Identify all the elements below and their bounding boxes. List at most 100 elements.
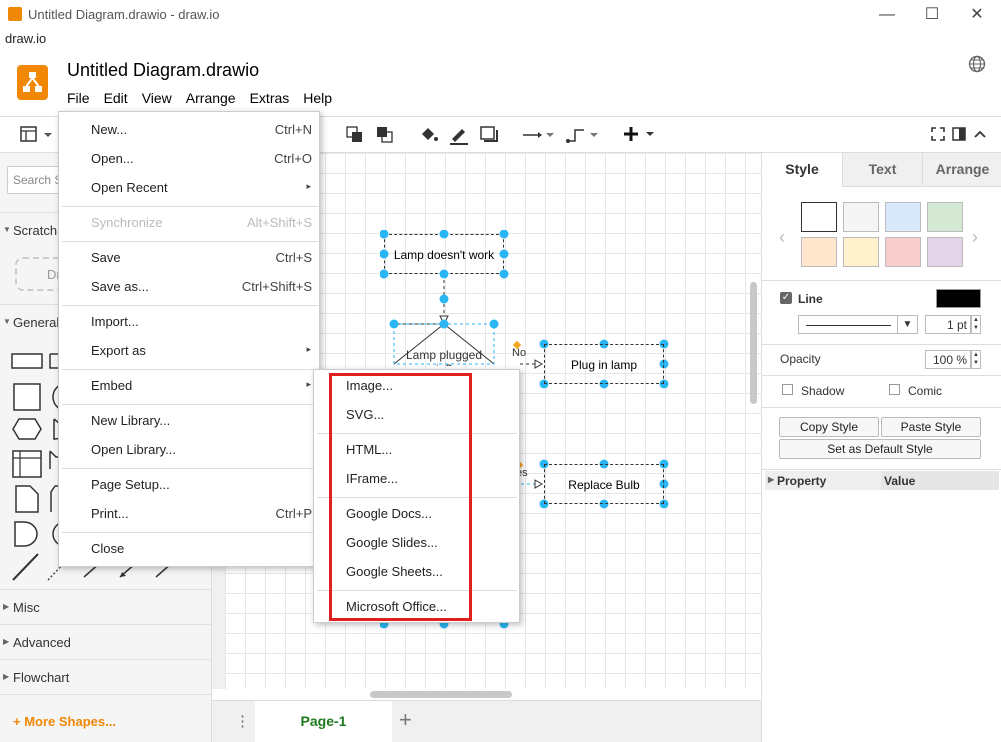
more-shapes-button[interactable]: + More Shapes... (13, 714, 116, 729)
horizontal-scrollbar[interactable] (370, 691, 512, 698)
menu-item-label: Open Library... (91, 442, 177, 457)
minimize-button[interactable]: — (867, 4, 907, 26)
language-globe-icon[interactable] (968, 55, 986, 73)
file-menu-dropdown: New... Ctrl+N Open... Ctrl+O Open Recent ▸ … (58, 111, 320, 567)
menu-item-shortcut: Ctrl+Shift+S (241, 279, 312, 294)
divider (762, 407, 1001, 408)
menu-item-embed[interactable]: Embed ▸ (59, 372, 321, 401)
line-color-swatch[interactable] (936, 289, 981, 308)
tab-arrange[interactable]: Arrange (922, 153, 1001, 187)
swatch-orange[interactable] (801, 237, 837, 267)
menu-item-open-recent[interactable]: Open Recent ▸ (59, 174, 321, 203)
shadow-icon[interactable] (480, 126, 500, 144)
menu-item-import[interactable]: Import... (59, 308, 321, 337)
section-label: General (13, 315, 60, 330)
document-title[interactable]: Untitled Diagram.drawio (67, 60, 259, 81)
menu-item-close[interactable]: Close (59, 535, 321, 564)
to-front-icon[interactable] (346, 126, 366, 144)
menu-edit[interactable]: Edit (104, 90, 128, 108)
menu-extras[interactable]: Extras (250, 90, 290, 108)
menu-item-new[interactable]: New... Ctrl+N (59, 116, 321, 145)
swatch-white[interactable] (801, 202, 837, 232)
line-width-stepper[interactable]: ▲ ▼ (971, 315, 981, 334)
decision-node[interactable]: Lamp plugged in? (400, 348, 488, 366)
line-width-input[interactable]: 1 pt (925, 315, 971, 334)
menu-item-save[interactable]: Save Ctrl+S (59, 244, 321, 273)
menu-item-label: Export as (91, 343, 146, 358)
section-label: Advanced (13, 635, 71, 650)
edge-label-no[interactable]: No (512, 347, 526, 359)
section-misc[interactable]: ▶ Misc (0, 589, 211, 624)
swatch-green[interactable] (927, 202, 963, 232)
menu-item-label: Import... (91, 314, 139, 329)
swatch-prev-icon[interactable]: ‹ (779, 227, 785, 248)
line-color-icon[interactable] (449, 125, 469, 145)
copy-style-button[interactable]: Copy Style (779, 417, 879, 437)
menu-help[interactable]: Help (303, 90, 332, 108)
connection-style-icon[interactable] (522, 126, 556, 144)
section-flowchart[interactable]: ▶ Flowchart (0, 659, 211, 694)
tab-text[interactable]: Text (842, 153, 922, 187)
swatch-next-icon[interactable]: › (972, 227, 978, 248)
swatch-blue[interactable] (885, 202, 921, 232)
general-shapes-palette[interactable] (10, 348, 65, 588)
menu-item-label: Embed (91, 378, 133, 393)
line-checkbox[interactable]: ✓ (780, 292, 792, 304)
submenu-arrow-icon: ▸ (306, 344, 311, 354)
format-panel-icon[interactable] (20, 126, 54, 144)
tab-page-1[interactable]: Page-1 (255, 701, 392, 742)
add-page-button[interactable]: + (399, 707, 412, 733)
opacity-stepper[interactable]: ▲ ▼ (971, 350, 981, 369)
toggle-format-icon[interactable] (952, 127, 966, 141)
set-default-style-button[interactable]: Set as Default Style (779, 439, 981, 459)
menu-item-label: Page Setup... (91, 477, 170, 492)
section-advanced[interactable]: ▶ Advanced (0, 624, 211, 659)
swatch-red[interactable] (885, 237, 921, 267)
tab-style[interactable]: Style (762, 153, 842, 187)
fullscreen-icon[interactable] (931, 127, 945, 141)
menu-separator (62, 206, 318, 207)
insert-plus-icon[interactable] (623, 125, 657, 145)
menu-item-new-library[interactable]: New Library... (59, 407, 321, 436)
swatch-yellow[interactable] (843, 237, 879, 267)
to-back-icon[interactable] (376, 126, 396, 144)
maximize-button[interactable]: ☐ (912, 4, 952, 26)
menu-item-page-setup[interactable]: Page Setup... (59, 471, 321, 500)
menu-item-print[interactable]: Print... Ctrl+P (59, 500, 321, 529)
menu-item-label: Print... (91, 506, 129, 521)
menu-item-open-library[interactable]: Open Library... (59, 436, 321, 465)
comic-checkbox[interactable] (889, 384, 900, 395)
replace-bulb-node[interactable]: Replace Bulb (544, 464, 664, 504)
menu-item-save-as[interactable]: Save as... Ctrl+Shift+S (59, 273, 321, 302)
close-button[interactable]: ✕ (957, 4, 997, 26)
value-header: Value (881, 471, 999, 490)
menu-item-label: New Library... (91, 413, 171, 428)
plug-in-node[interactable]: Plug in lamp (544, 344, 664, 384)
menu-separator (62, 404, 318, 405)
menu-item-shortcut: Alt+Shift+S (246, 215, 312, 230)
fill-color-icon[interactable] (419, 125, 439, 145)
shadow-checkbox[interactable] (782, 384, 793, 395)
menu-item-export-as[interactable]: Export as ▸ (59, 337, 321, 366)
pages-menu-icon[interactable]: ⋮ (235, 712, 250, 730)
waypoints-icon[interactable] (566, 124, 600, 146)
opacity-input[interactable]: 100 % (925, 350, 971, 369)
menu-view[interactable]: View (142, 90, 172, 108)
menu-item-label: Open... (91, 151, 134, 166)
swatch-purple[interactable] (927, 237, 963, 267)
app-menu[interactable]: draw.io (5, 31, 46, 46)
highlight-annotation-box (329, 373, 472, 621)
divider (0, 694, 211, 695)
vertical-scrollbar[interactable] (750, 282, 757, 404)
menu-item-open[interactable]: Open... Ctrl+O (59, 145, 321, 174)
menu-item-shortcut: Ctrl+O (274, 151, 312, 166)
line-style-select[interactable]: ▼ (798, 315, 918, 334)
drawio-logo (17, 65, 48, 100)
paste-style-button[interactable]: Paste Style (881, 417, 981, 437)
section-label: Flowchart (13, 670, 70, 685)
collapse-icon[interactable] (973, 127, 987, 141)
menu-file[interactable]: File (67, 90, 90, 108)
swatch-gray[interactable] (843, 202, 879, 232)
property-header: ▶ Property (765, 471, 881, 490)
menu-arrange[interactable]: Arrange (186, 90, 236, 108)
